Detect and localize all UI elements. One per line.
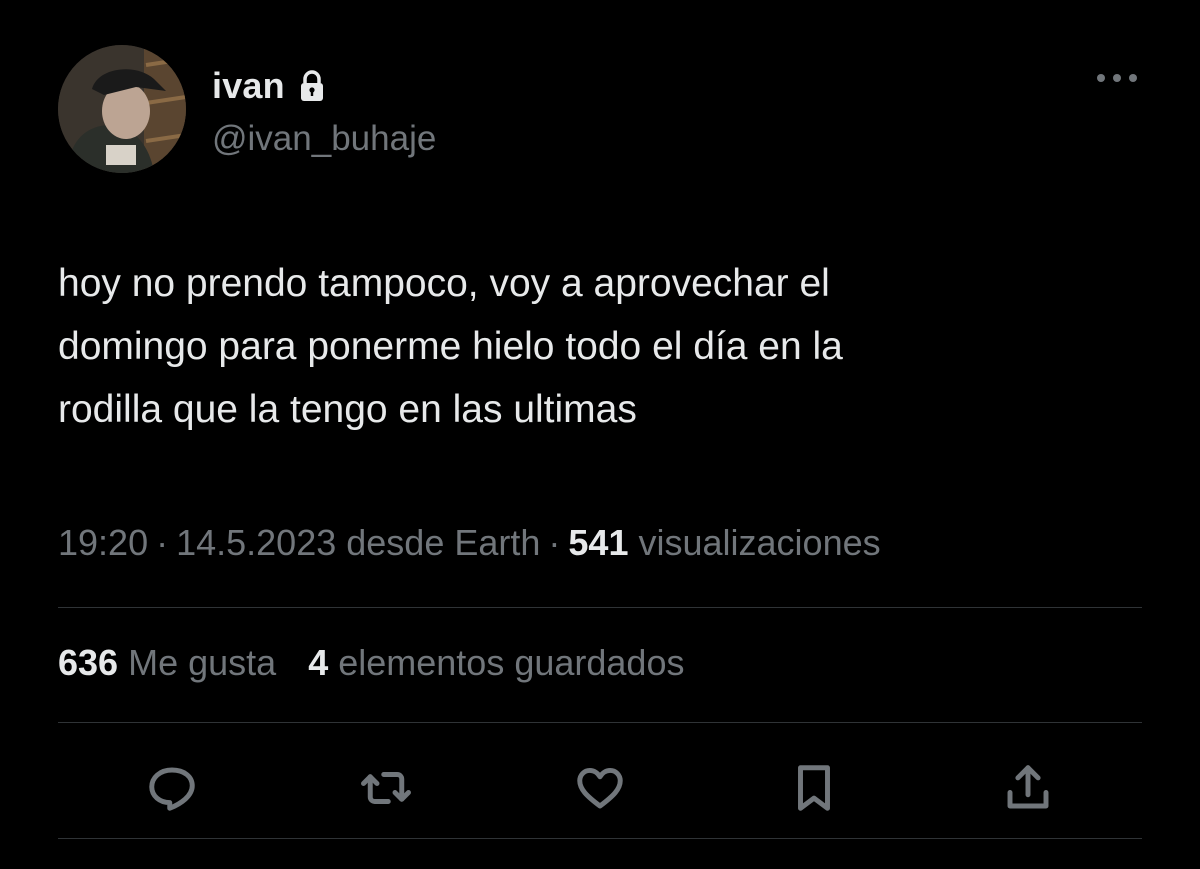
separator-dot: · [156,522,169,563]
reply-icon [149,767,195,811]
retweet-button[interactable] [358,760,414,816]
tweet-text: hoy no prendo tampoco, voy a aprovechar … [58,262,843,431]
divider [58,607,1142,608]
divider [58,722,1142,723]
tweet-time[interactable]: 19:20 [58,522,148,563]
likes-stat[interactable]: 636 Me gusta [58,642,276,684]
bookmark-button[interactable] [786,760,842,816]
reply-button[interactable] [144,760,200,816]
share-icon [1007,765,1049,809]
bookmark-icon [798,765,830,811]
display-name[interactable]: ivan [212,65,285,107]
separator-dot: · [548,522,561,563]
user-info: ivan @ivan_buhaje [212,63,436,159]
tweet-header: ivan @ivan_buhaje [58,45,1142,177]
like-button[interactable] [572,760,628,816]
retweet-icon [361,772,411,804]
tweet-actions [58,752,1142,824]
tweet-stats: 636 Me gusta 4 elementos guardados [58,642,684,684]
likes-label: Me gusta [128,642,277,683]
lock-icon [297,69,327,103]
likes-count: 636 [58,642,119,683]
more-horizontal-icon [1097,74,1137,82]
more-button[interactable] [1092,63,1142,93]
bookmarks-label: elementos guardados [338,642,685,683]
share-button[interactable] [1000,760,1056,816]
user-handle[interactable]: @ivan_buhaje [212,119,436,159]
divider [58,838,1142,839]
avatar[interactable] [58,45,186,173]
tweet-source: desde Earth [346,522,541,563]
tweet-detail: ivan @ivan_buhaje hoy no prendo tampoco,… [0,0,1200,869]
views-label: visualizaciones [638,522,881,563]
heart-icon [577,767,623,809]
display-name-row: ivan [212,63,436,109]
bookmarks-count: 4 [308,642,329,683]
profile-photo [58,45,186,173]
views-count: 541 [568,522,629,563]
tweet-meta: 19:20 · 14.5.2023 desde Earth · 541 visualiz… [58,522,881,564]
bookmarks-stat[interactable]: 4 elementos guardados [308,642,684,684]
tweet-date[interactable]: 14.5.2023 [176,522,336,563]
